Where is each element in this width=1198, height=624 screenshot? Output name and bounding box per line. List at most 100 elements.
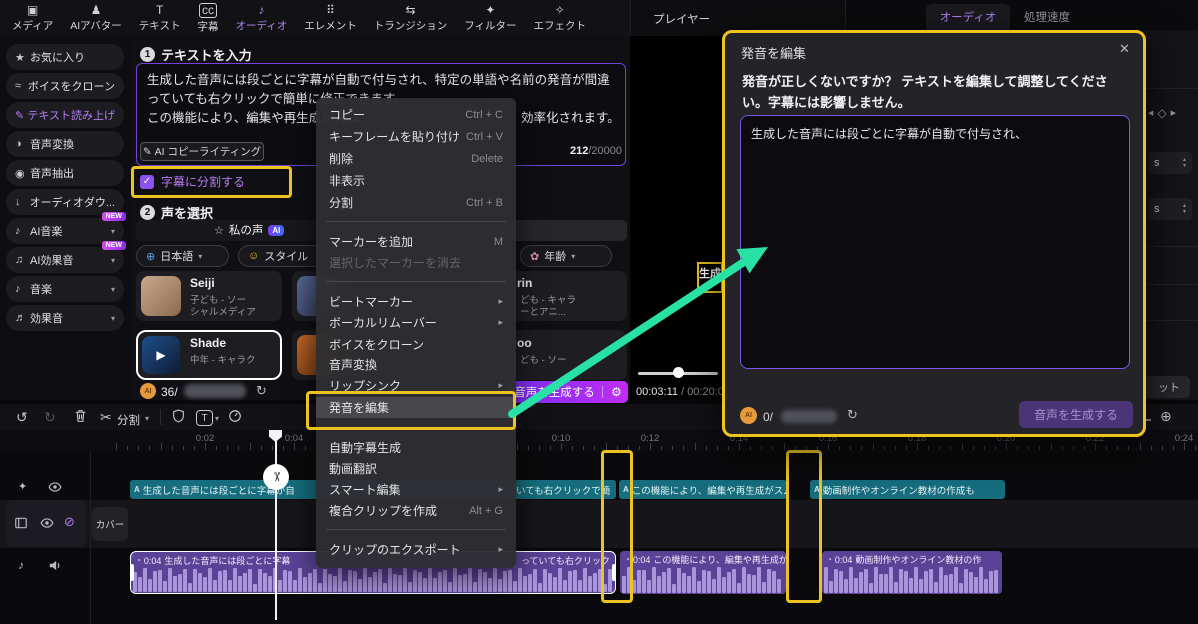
gear-icon: ⚙ xyxy=(611,385,622,399)
tab-media[interactable]: ▣メディア xyxy=(12,4,53,33)
microphone-icon: ◉ xyxy=(15,167,30,180)
menu-item-lip-sync[interactable]: リップシンク▸ xyxy=(316,375,516,396)
tab-filters[interactable]: ✦フィルター xyxy=(464,4,516,33)
menu-item-delete[interactable]: 削除Delete xyxy=(316,148,516,169)
audio-clip-3[interactable]: ◔ 0:04 動画制作やオンライン教材の作 xyxy=(822,551,1002,594)
speed-dial-icon[interactable] xyxy=(228,409,242,425)
tab-text[interactable]: Tテキスト xyxy=(139,4,181,33)
fx-disabled-icon[interactable]: ⊘ xyxy=(64,514,75,530)
menu-item-vocal-remover[interactable]: ボーカルリムーバー▸ xyxy=(316,312,516,333)
split-caption-checkbox[interactable]: ✓ xyxy=(140,175,154,189)
keyframe-prev-icon[interactable]: ◀ xyxy=(1148,109,1153,117)
mask-icon[interactable] xyxy=(172,409,185,425)
sidebar-item-ai-sfx[interactable]: ♫AI効果音▾NEW xyxy=(6,247,124,273)
submenu-arrow-icon: ▸ xyxy=(498,380,503,391)
menu-item-auto-captions[interactable]: 自動字幕生成 xyxy=(316,437,516,458)
trim-handle-left[interactable] xyxy=(130,564,134,581)
menu-item-hide[interactable]: 非表示 xyxy=(316,170,516,191)
sidebar-item-voice-clone[interactable]: ≈ボイスをクローン xyxy=(6,73,124,99)
language-filter[interactable]: ⊕ 日本語 ▾ xyxy=(136,245,229,267)
split-caption-row[interactable]: ✓ 字幕に分割する xyxy=(140,173,245,190)
audio-clip-2[interactable]: ◔ 0:04 この機能により、編集や再生成がスムー xyxy=(620,551,786,594)
age-filter[interactable]: ✿ 年齢 ▾ xyxy=(520,245,612,267)
voice-source-tab-2[interactable] xyxy=(500,220,627,241)
audio-track-icon[interactable]: ♪ xyxy=(18,558,24,572)
menu-item-voice-clone[interactable]: ボイスをクローン xyxy=(316,334,516,355)
keyframe-next-icon[interactable]: ▶ xyxy=(1171,109,1176,117)
playhead-line[interactable] xyxy=(275,430,277,620)
sidebar-item-sfx[interactable]: ♬効果音▾ xyxy=(6,305,124,331)
duration-spinner-2[interactable]: s ▴▾ xyxy=(1148,198,1192,220)
trash-icon[interactable] xyxy=(74,409,87,425)
menu-item-smart-edit[interactable]: スマート編集▸ xyxy=(316,479,516,500)
scissors-icon[interactable]: ✂ xyxy=(100,410,112,424)
star-outline-icon: ☆ xyxy=(214,224,224,237)
chevron-down-icon: ▾ xyxy=(111,256,115,265)
generate-audio-button[interactable]: 音声を生成する │ ⚙ xyxy=(508,381,628,403)
video-track-visibility-icon[interactable] xyxy=(40,516,54,535)
keyframe-diamond-icon[interactable]: ◇ xyxy=(1157,106,1166,120)
subtitle-track-visibility-icon[interactable] xyxy=(48,480,62,499)
dialog-generate-audio-button[interactable]: 音声を生成する xyxy=(1019,401,1133,428)
subtitle-clip-2[interactable]: A この機能により、編集や再生成がスムーズに xyxy=(619,480,787,499)
sidebar-item-music[interactable]: ♪音楽▾ xyxy=(6,276,124,302)
playhead-scissors-icon[interactable]: ✂ xyxy=(263,464,289,490)
voice-card-seiji[interactable]: Seiji 子ども - ソー シャルメディア xyxy=(136,271,282,321)
menu-item-create-compound-clip[interactable]: 複合クリップを作成Alt + G xyxy=(316,500,516,521)
tab-processing-speed[interactable]: 処理速度 xyxy=(1024,9,1070,25)
redo-icon[interactable]: ↻ xyxy=(44,410,56,424)
duration-spinner-1[interactable]: s ▴▾ xyxy=(1148,152,1192,174)
spinner-arrows-icon[interactable]: ▴▾ xyxy=(1183,157,1186,169)
subtitle-track-effect-icon[interactable]: ✦ xyxy=(18,480,27,493)
menu-item-copy[interactable]: コピーCtrl + C xyxy=(316,104,516,125)
refresh-icon[interactable]: ↻ xyxy=(256,383,267,399)
tab-elements[interactable]: ⠿エレメント xyxy=(304,4,357,33)
video-track-header[interactable]: ⊘ xyxy=(6,500,86,547)
close-icon[interactable]: ✕ xyxy=(1119,41,1130,57)
trim-handle-right[interactable] xyxy=(612,564,616,581)
undo-icon[interactable]: ↺ xyxy=(16,410,28,424)
sidebar-item-audio-extract[interactable]: ◉音声抽出 xyxy=(6,160,124,186)
menu-item-export-clip[interactable]: クリップのエクスポート▸ xyxy=(316,539,516,560)
ai-copywriting-button[interactable]: ✎ AI コピーライティング xyxy=(140,142,264,161)
submenu-arrow-icon: ▸ xyxy=(498,317,503,328)
menu-divider xyxy=(326,221,506,222)
ruler-label: 0:12 xyxy=(641,433,660,444)
menu-item-add-marker[interactable]: マーカーを追加M xyxy=(316,231,516,252)
refresh-icon[interactable]: ↻ xyxy=(847,407,858,423)
menu-item-paste-keyframe[interactable]: キーフレームを貼り付けCtrl + V xyxy=(316,126,516,147)
spinner-arrows-icon[interactable]: ▴▾ xyxy=(1183,203,1186,215)
voice-card-shade-selected[interactable]: ▶ Shade 中年 - キャラク xyxy=(136,330,282,380)
menu-item-edit-pronunciation[interactable]: 発音を編集 xyxy=(316,397,516,418)
tab-audio-properties[interactable]: オーディオ xyxy=(926,4,1010,30)
text-style-icon[interactable]: T xyxy=(196,410,213,426)
submenu-arrow-icon: ▸ xyxy=(498,296,503,307)
subtitle-clip-3[interactable]: A 動画制作やオンライン教材の作成も xyxy=(810,480,1005,499)
sidebar-item-voice-change[interactable]: ◑音声変換 xyxy=(6,131,124,157)
tab-effects[interactable]: ✧エフェクト xyxy=(534,4,587,33)
pronunciation-text-input[interactable]: 生成した音声には段ごとに字幕が自動で付与され、 xyxy=(740,115,1130,369)
credits-blurred xyxy=(781,410,837,423)
menu-item-video-translate[interactable]: 動画翻訳 xyxy=(316,458,516,479)
menu-item-split[interactable]: 分割Ctrl + B xyxy=(316,192,516,213)
audio-track-mute-icon[interactable] xyxy=(48,559,62,577)
split-button[interactable]: 分割 xyxy=(117,412,140,428)
pen-icon: ✎ xyxy=(143,146,152,158)
chevron-down-icon[interactable]: ▾ xyxy=(145,414,149,423)
tab-captions[interactable]: cc字幕 xyxy=(197,3,218,34)
my-voice-tab[interactable]: ☆ 私の声 AI xyxy=(214,222,284,238)
style-filter[interactable]: ☺ スタイル xyxy=(238,245,326,267)
waveform xyxy=(133,565,613,592)
cover-button[interactable]: カバー xyxy=(92,507,128,541)
sidebar-item-favorites[interactable]: ★お気に入り xyxy=(6,44,124,70)
tab-audio[interactable]: ♪オーディオ xyxy=(235,4,287,33)
tab-ai-avatar[interactable]: ♟AIアバター xyxy=(70,4,122,33)
zoom-in-icon[interactable]: ⊕ xyxy=(1160,409,1172,423)
chevron-down-icon[interactable]: ▾ xyxy=(215,414,219,423)
sidebar-item-text-to-speech[interactable]: ✎テキスト読み上げ xyxy=(6,102,124,128)
menu-item-beat-marker[interactable]: ビートマーカー▸ xyxy=(316,291,516,312)
playback-progress-knob[interactable] xyxy=(673,367,684,378)
menu-item-voice-change[interactable]: 音声変換 xyxy=(316,354,516,375)
keyframe-control[interactable]: ◀ ◇ ▶ xyxy=(1148,106,1176,120)
tab-transitions[interactable]: ⇆トランジション xyxy=(374,4,448,33)
